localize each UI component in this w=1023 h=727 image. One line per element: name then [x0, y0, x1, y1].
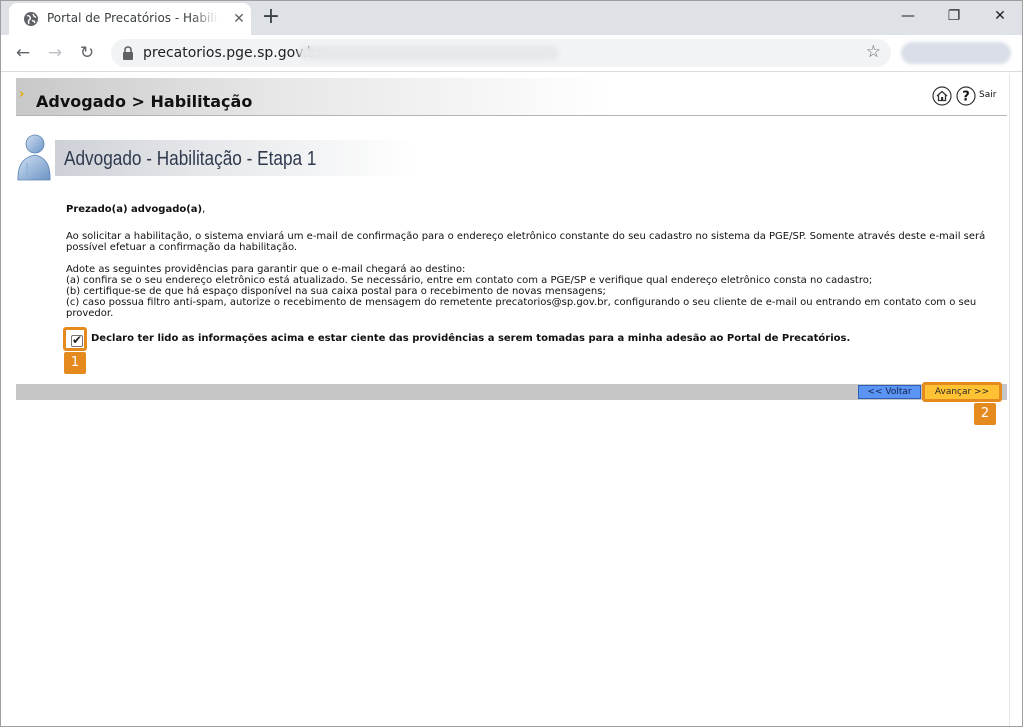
- action-bar: << Voltar Avançar >>: [16, 382, 1007, 402]
- svg-text:?: ?: [962, 90, 970, 105]
- browser-tab[interactable]: Portal de Precatórios - Habilitação ✕: [9, 3, 251, 35]
- next-button[interactable]: Avançar >>: [925, 386, 999, 398]
- steps-list: Adote as seguintes providências para gar…: [66, 264, 996, 319]
- forward-arrow-icon[interactable]: →: [43, 41, 67, 65]
- vertical-scrollbar[interactable]: [1009, 73, 1022, 726]
- greeting: Prezado(a) advogado(a),: [66, 204, 996, 215]
- bookmark-star-icon[interactable]: ☆: [866, 42, 881, 62]
- greeting-text: Prezado(a) advogado(a): [66, 204, 203, 215]
- url-text: precatorios.pge.sp.gov.br: [143, 45, 322, 61]
- breadcrumb-arrow-icon: ›: [19, 87, 25, 102]
- home-icon[interactable]: [932, 86, 952, 106]
- browser-toolbar: ← → ↻ precatorios.pge.sp.gov.br ☆: [1, 35, 1022, 72]
- declaration-checkbox[interactable]: ✔: [71, 333, 83, 347]
- reload-icon[interactable]: ↻: [75, 41, 99, 65]
- redacted-url-area: [299, 46, 559, 60]
- exit-link[interactable]: Sair: [979, 90, 996, 100]
- step-badge-1: 1: [64, 352, 86, 374]
- browser-window: Portal de Precatórios - Habilitação ✕ + …: [0, 0, 1023, 727]
- profile-avatar[interactable]: [901, 42, 1011, 64]
- address-bar[interactable]: precatorios.pge.sp.gov.br ☆: [111, 39, 891, 67]
- new-tab-button[interactable]: +: [259, 6, 283, 30]
- next-button-highlight: Avançar >>: [922, 382, 1002, 402]
- breadcrumb: Advogado > Habilitação: [36, 92, 253, 111]
- back-arrow-icon[interactable]: ←: [11, 41, 35, 65]
- lock-icon: [123, 46, 133, 60]
- user-icon: [17, 134, 51, 181]
- tab-title: Portal de Precatórios - Habilitação: [47, 11, 219, 25]
- minimize-button[interactable]: —: [885, 1, 931, 31]
- page-header: › Advogado > Habilitação ? Sair: [16, 78, 1007, 116]
- declaration-label[interactable]: Declaro ter lido as informações acima e …: [91, 333, 850, 344]
- tab-close-icon[interactable]: ✕: [231, 11, 247, 27]
- paragraph-email-confirmation: Ao solicitar a habilitação, o sistema en…: [66, 231, 986, 253]
- step-a: (a) confira se o seu endereço eletrônico…: [66, 275, 873, 286]
- steps-intro: Adote as seguintes providências para gar…: [66, 264, 466, 275]
- help-icon[interactable]: ?: [956, 86, 976, 106]
- window-close-button[interactable]: ✕: [977, 1, 1022, 31]
- step-b: (b) certifique-se de que há espaço dispo…: [66, 286, 606, 297]
- instructions: Prezado(a) advogado(a), Ao solicitar a h…: [66, 204, 996, 319]
- page-content: › Advogado > Habilitação ? Sair Advogado…: [1, 73, 1009, 726]
- globe-icon: [24, 12, 38, 26]
- step-c: (c) caso possua filtro anti-spam, autori…: [66, 297, 977, 319]
- restore-button[interactable]: ❐: [931, 1, 977, 31]
- checkbox-highlight: ✔: [63, 327, 87, 351]
- greeting-punctuation: ,: [202, 204, 206, 215]
- back-button[interactable]: << Voltar: [858, 385, 921, 399]
- step-badge-2: 2: [974, 403, 996, 425]
- page-title: Advogado - Habilitação - Etapa 1: [64, 148, 317, 170]
- tab-strip: Portal de Precatórios - Habilitação ✕ + …: [1, 1, 1022, 35]
- checkmark-icon: ✔: [72, 333, 83, 347]
